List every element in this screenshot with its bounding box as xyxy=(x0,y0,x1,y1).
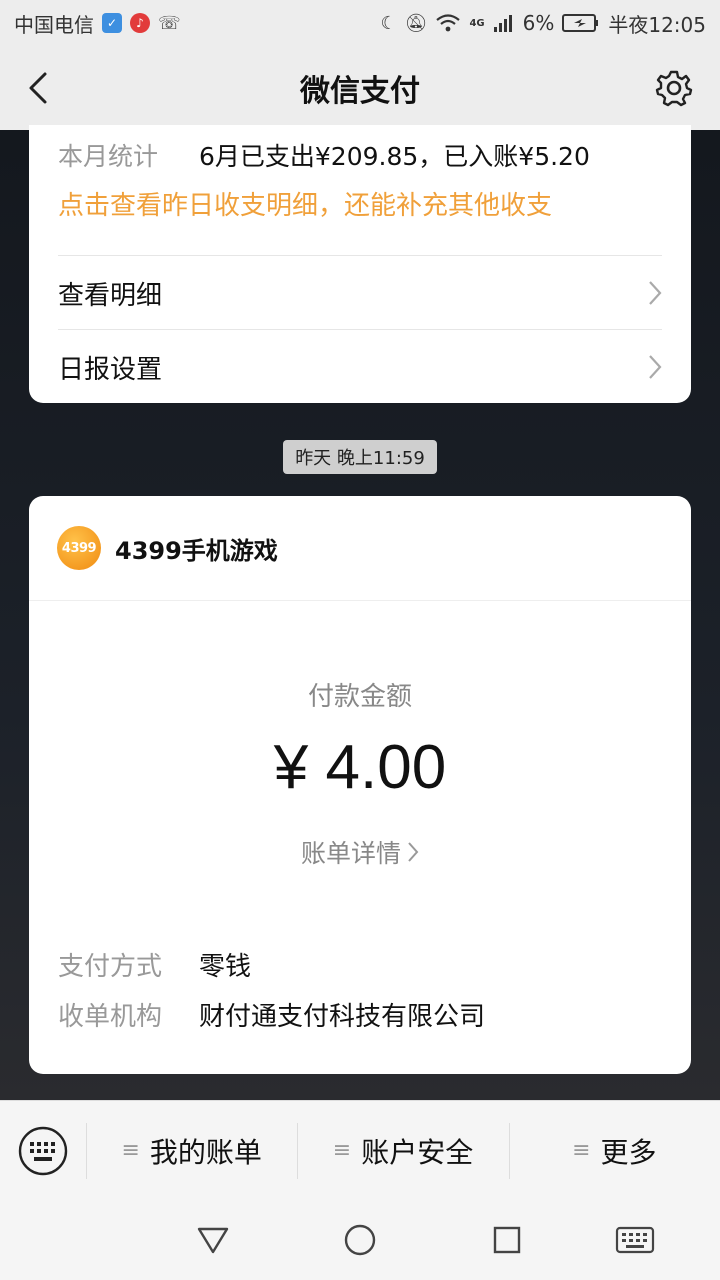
yesterday-detail-link[interactable]: 点击查看昨日收支明细，还能补充其他收支 xyxy=(58,185,552,222)
daily-report-settings-row[interactable]: 日报设置 xyxy=(58,330,662,404)
chevron-right-icon xyxy=(408,842,419,862)
page-title: 微信支付 xyxy=(300,74,420,109)
menu-lines-icon: ≡ xyxy=(332,1138,352,1163)
daily-report-settings-label: 日报设置 xyxy=(58,354,163,385)
battery-percent: 6% xyxy=(522,11,555,35)
acquirer-value: 财付通支付科技有限公司 xyxy=(199,1002,486,1032)
title-bar: 微信支付 xyxy=(0,46,720,130)
menu-lines-icon: ≡ xyxy=(572,1138,591,1163)
monthly-summary-card: 本月统计 6月已支出¥209.85，已入账¥5.20 点击查看昨日收支明细，还能… xyxy=(29,125,691,403)
tab-account-security-label: 账户安全 xyxy=(361,1135,474,1169)
network-type-label: 4G xyxy=(469,17,485,29)
payment-method-row: 支付方式 零钱 xyxy=(58,946,251,983)
view-details-row[interactable]: 查看明细 xyxy=(58,256,662,330)
payment-method-value: 零钱 xyxy=(199,952,252,982)
acquirer-row: 收单机构 财付通支付科技有限公司 xyxy=(58,996,485,1033)
music-app-icon: ♪ xyxy=(130,13,150,33)
menu-tabs: ≡ 我的账单 ≡ 账户安全 ≡ 更多 xyxy=(86,1101,720,1201)
monthly-stat-label: 本月统计 xyxy=(58,142,159,171)
signal-icon xyxy=(493,15,512,32)
merchant-header: 4399 4399手机游戏 xyxy=(57,526,278,570)
merchant-logo: 4399 xyxy=(57,526,101,570)
acquirer-label: 收单机构 xyxy=(58,1002,163,1032)
nav-back-button[interactable] xyxy=(195,1222,231,1258)
missed-call-icon: ☏ xyxy=(158,12,181,34)
tab-more-label: 更多 xyxy=(600,1135,657,1169)
chevron-right-icon xyxy=(649,355,662,379)
view-details-label: 查看明细 xyxy=(58,280,163,311)
keyboard-icon xyxy=(18,1126,68,1175)
bill-details-link[interactable]: 账单详情 xyxy=(29,834,691,870)
nav-keyboard-button[interactable] xyxy=(614,1222,656,1258)
carrier-label: 中国电信 xyxy=(14,12,94,37)
gear-icon xyxy=(655,70,693,107)
service-menu-bar: ≡ 我的账单 ≡ 账户安全 ≡ 更多 xyxy=(0,1100,720,1200)
payment-amount: ¥ 4.00 xyxy=(273,733,447,802)
chevron-left-icon xyxy=(29,72,47,104)
back-button[interactable] xyxy=(18,68,58,108)
shield-app-icon: ✓ xyxy=(102,13,122,33)
payment-method-label: 支付方式 xyxy=(58,952,163,982)
mute-icon: 🔕︎ xyxy=(404,12,428,34)
tab-my-bills-label: 我的账单 xyxy=(149,1135,262,1169)
chevron-right-icon xyxy=(649,281,662,305)
bill-details-label: 账单详情 xyxy=(300,839,401,868)
tab-more[interactable]: ≡ 更多 xyxy=(508,1101,720,1201)
tab-my-bills[interactable]: ≡ 我的账单 xyxy=(86,1101,297,1201)
square-recents-icon xyxy=(493,1226,521,1254)
monthly-stat-row: 本月统计 6月已支出¥209.85，已入账¥5.20 xyxy=(58,137,590,173)
battery-charging-icon xyxy=(562,14,599,32)
circle-home-icon xyxy=(344,1224,376,1256)
divider xyxy=(29,600,691,601)
clock: 半夜12:05 xyxy=(608,12,706,37)
payment-notification-card[interactable]: 4399 4399手机游戏 付款金额 ¥ 4.00 账单详情 支付方式 零钱 收… xyxy=(29,496,691,1074)
wifi-icon xyxy=(436,14,461,32)
keyboard-icon xyxy=(615,1226,655,1254)
amount-label: 付款金额 xyxy=(307,682,412,712)
triangle-back-icon xyxy=(197,1227,229,1254)
nav-home-button[interactable] xyxy=(342,1222,378,1258)
moon-icon: ☾ xyxy=(380,12,397,34)
settings-button[interactable] xyxy=(654,68,694,108)
nav-recents-button[interactable] xyxy=(489,1222,525,1258)
merchant-name: 4399手机游戏 xyxy=(115,536,278,565)
message-timestamp: 昨天 晚上11:59 xyxy=(283,440,437,474)
menu-lines-icon: ≡ xyxy=(121,1138,140,1163)
monthly-stat-value: 6月已支出¥209.85，已入账¥5.20 xyxy=(199,142,590,171)
tab-account-security[interactable]: ≡ 账户安全 xyxy=(297,1101,508,1201)
system-nav-bar xyxy=(0,1200,720,1280)
status-bar: 中国电信 ✓ ♪ ☏ ☾ 🔕︎ 4G 6% 半夜12:05 xyxy=(0,0,720,46)
keyboard-toggle-button[interactable] xyxy=(0,1101,86,1201)
